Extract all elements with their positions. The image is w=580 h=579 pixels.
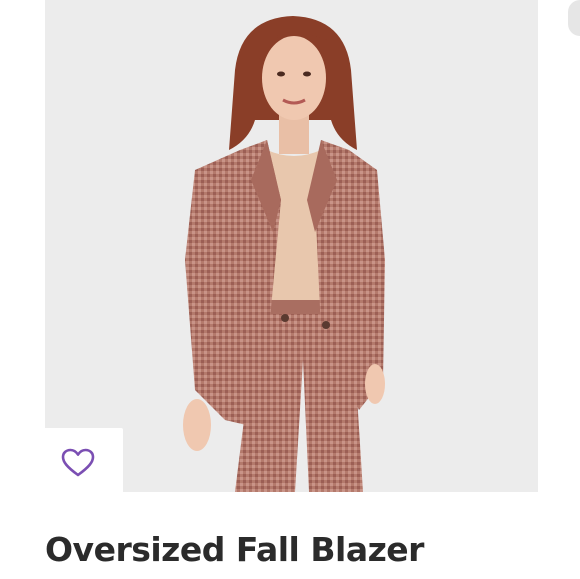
heart-outline-icon — [61, 448, 95, 477]
product-image[interactable] — [45, 0, 538, 492]
edge-tab — [568, 0, 580, 36]
product-title: Oversized Fall Blazer — [45, 530, 424, 569]
favorite-button[interactable] — [58, 443, 98, 483]
model-photo — [183, 16, 385, 492]
